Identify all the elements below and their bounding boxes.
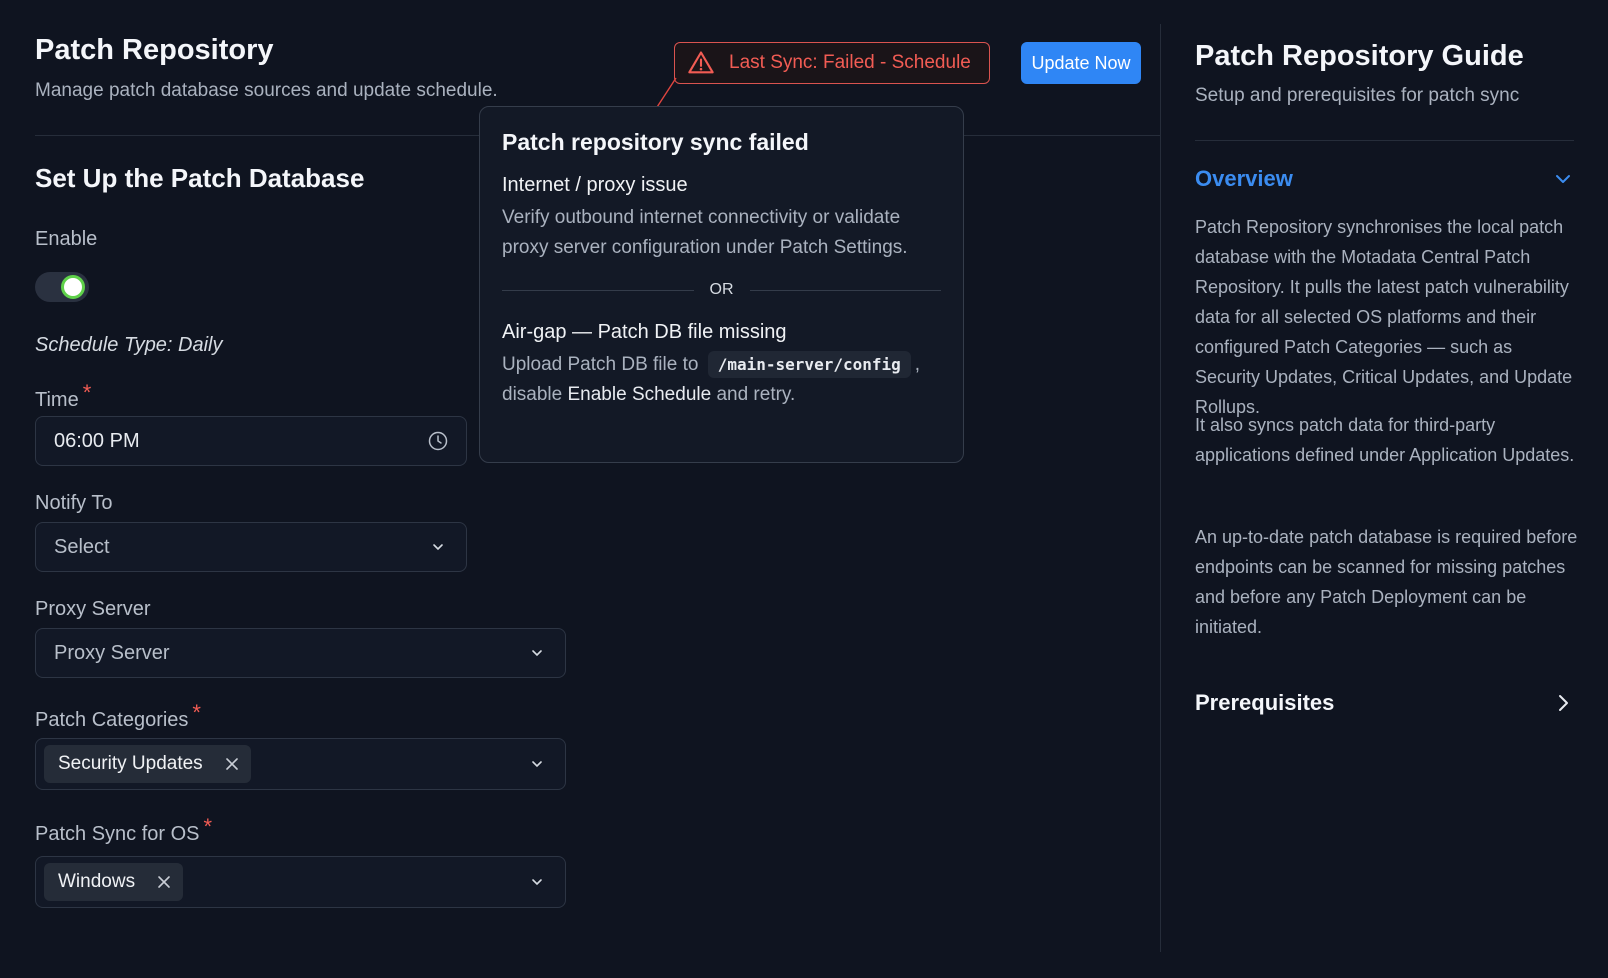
overview-label: Overview bbox=[1195, 166, 1293, 191]
schedule-type: Schedule Type: Daily bbox=[35, 334, 223, 356]
time-value: 06:00 PM bbox=[54, 429, 140, 452]
sync-status-text: Last Sync: Failed - Schedule bbox=[729, 52, 971, 73]
required-mark: * bbox=[82, 380, 92, 405]
chevron-down-icon bbox=[1556, 175, 1570, 183]
issue-text: Verify outbound internet connectivity or… bbox=[502, 207, 908, 258]
notify-select[interactable]: Select bbox=[35, 522, 467, 572]
warning-icon bbox=[688, 51, 714, 74]
os-label-text: Patch Sync for OS bbox=[35, 823, 200, 845]
notify-label: Notify To bbox=[35, 492, 113, 514]
guide-divider bbox=[1195, 140, 1574, 141]
categories-label: Patch Categories * bbox=[35, 700, 201, 732]
issue-text: Upload Patch DB file to /main-server/con… bbox=[502, 350, 941, 410]
chevron-down-icon bbox=[527, 754, 547, 774]
categories-multiselect[interactable]: Security Updates bbox=[35, 738, 566, 790]
guide-title: Patch Repository Guide bbox=[1195, 40, 1524, 72]
sync-failed-popover: Patch repository sync failed Internet / … bbox=[479, 106, 964, 463]
page-title: Patch Repository bbox=[35, 34, 274, 66]
separator-line bbox=[502, 289, 694, 291]
section-title: Set Up the Patch Database bbox=[35, 163, 365, 193]
main-panel: Patch Repository Manage patch database s… bbox=[0, 0, 1160, 978]
os-label: Patch Sync for OS * bbox=[35, 814, 212, 846]
required-mark: * bbox=[192, 700, 201, 725]
guide-panel: Patch Repository Guide Setup and prerequ… bbox=[1195, 0, 1595, 978]
patch-repository-page: Patch Repository Manage patch database s… bbox=[0, 0, 1608, 978]
update-now-button[interactable]: Update Now bbox=[1021, 42, 1141, 84]
close-icon[interactable] bbox=[225, 757, 239, 771]
issue-text-after: and retry. bbox=[716, 384, 796, 405]
enable-toggle[interactable] bbox=[35, 272, 89, 302]
category-chip: Security Updates bbox=[44, 745, 251, 783]
chip-label: Windows bbox=[58, 871, 136, 892]
prerequisites-label: Prerequisites bbox=[1195, 690, 1335, 715]
separator-line bbox=[749, 289, 941, 291]
prerequisites-accordion-header[interactable]: Prerequisites bbox=[1195, 690, 1574, 716]
or-separator: OR bbox=[502, 281, 941, 299]
chevron-down-icon bbox=[428, 537, 448, 557]
enable-schedule-reference: Enable Schedule bbox=[567, 384, 712, 405]
chevron-down-icon bbox=[527, 872, 547, 892]
chevron-down-icon bbox=[527, 643, 547, 663]
panel-divider bbox=[1160, 24, 1161, 952]
issue-text-comma: , bbox=[914, 354, 921, 375]
enable-label: Enable bbox=[35, 228, 98, 250]
time-field[interactable]: 06:00 PM bbox=[35, 416, 467, 466]
time-label: Time * bbox=[35, 380, 91, 412]
issue-heading: Air-gap — Patch DB file missing bbox=[502, 321, 787, 343]
guide-subtitle: Setup and prerequisites for patch sync bbox=[1195, 85, 1520, 106]
or-label: OR bbox=[709, 281, 734, 298]
config-path-code: /main-server/config bbox=[707, 351, 911, 378]
overview-paragraph: It also syncs patch data for third-party… bbox=[1195, 415, 1575, 465]
time-label-text: Time bbox=[35, 389, 79, 411]
proxy-select[interactable]: Proxy Server bbox=[35, 628, 566, 678]
overview-paragraph: An up-to-date patch database is required… bbox=[1195, 527, 1578, 637]
chip-label: Security Updates bbox=[58, 753, 203, 774]
os-multiselect[interactable]: Windows bbox=[35, 856, 566, 908]
required-mark: * bbox=[203, 814, 213, 839]
overview-accordion-header[interactable]: Overview bbox=[1195, 166, 1574, 192]
overview-paragraph: Patch Repository synchronises the local … bbox=[1195, 217, 1573, 417]
os-chip: Windows bbox=[44, 863, 184, 901]
sync-status-badge[interactable]: Last Sync: Failed - Schedule bbox=[674, 42, 990, 84]
notify-placeholder: Select bbox=[54, 535, 110, 558]
clock-icon[interactable] bbox=[428, 431, 448, 451]
toggle-knob bbox=[61, 275, 85, 299]
issue-text-mid: disable bbox=[502, 384, 563, 405]
close-icon[interactable] bbox=[157, 875, 171, 889]
popover-title: Patch repository sync failed bbox=[502, 129, 809, 155]
issue-heading: Internet / proxy issue bbox=[502, 174, 688, 196]
proxy-label: Proxy Server bbox=[35, 598, 151, 620]
page-subtitle: Manage patch database sources and update… bbox=[35, 80, 498, 101]
categories-label-text: Patch Categories bbox=[35, 709, 189, 731]
issue-text-before: Upload Patch DB file to bbox=[502, 354, 699, 375]
proxy-placeholder: Proxy Server bbox=[54, 641, 170, 664]
chevron-right-icon bbox=[1559, 695, 1568, 711]
